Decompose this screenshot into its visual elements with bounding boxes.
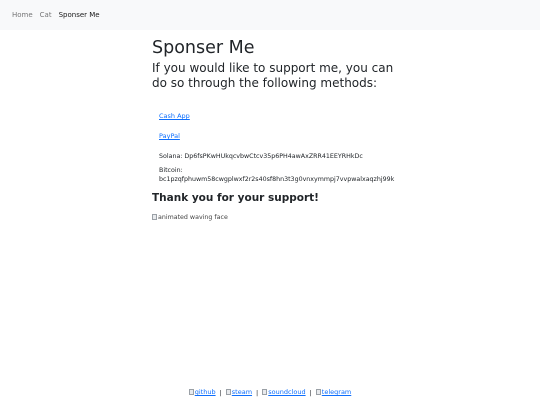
broken-image-icon [188,389,194,395]
github-alt-text: github [194,388,216,396]
broken-image-icon [225,389,231,395]
nav-cat-link[interactable]: Cat [40,11,52,19]
cashapp-link[interactable]: Cash App [159,112,402,121]
waving-face-image: animated waving face [152,214,228,221]
bitcoin-label: Bitcoin: [159,167,183,174]
footer-separator: | [219,389,222,397]
thanks-heading: Thank you for your support! [152,192,319,204]
steam-link[interactable]: steam [225,388,253,396]
telegram-alt-text: telegram [321,388,352,396]
soundcloud-alt-text: soundcloud [268,388,306,396]
nav-sponser-link[interactable]: Sponser Me [59,11,100,19]
soundcloud-link[interactable]: soundcloud [262,388,306,396]
payment-methods: Cash App PayPal Solana: Dp6fsPKwHUkqcvbw… [152,112,402,184]
broken-image-icon [152,214,157,220]
top-navbar: Home Cat Sponser Me [0,0,540,30]
github-link[interactable]: github [188,388,216,396]
intro-text: If you would like to support me, you can… [152,61,394,90]
page-title: Sponser Me [152,38,255,58]
broken-image-icon [262,389,268,395]
footer-separator: | [309,389,312,397]
footer-separator: | [256,389,259,397]
paypal-link[interactable]: PayPal [159,132,402,141]
telegram-link[interactable]: telegram [315,388,352,396]
broken-image-icon [315,389,321,395]
image-alt-text: animated waving face [158,213,228,221]
steam-alt-text: steam [231,388,253,396]
bitcoin-address: bc1pzqfphuwm58cwgplwxf2r2s40sf8hn3t3g0vn… [159,176,395,183]
footer: github | steam | soundcloud | telegram [0,388,540,397]
main-content: Sponser Me If you would like to support … [152,38,402,224]
nav-home-link[interactable]: Home [12,11,33,19]
solana-address: Solana: Dp6fsPKwHUkqcvbwCtcv35p6PH4awAxZ… [159,153,363,160]
